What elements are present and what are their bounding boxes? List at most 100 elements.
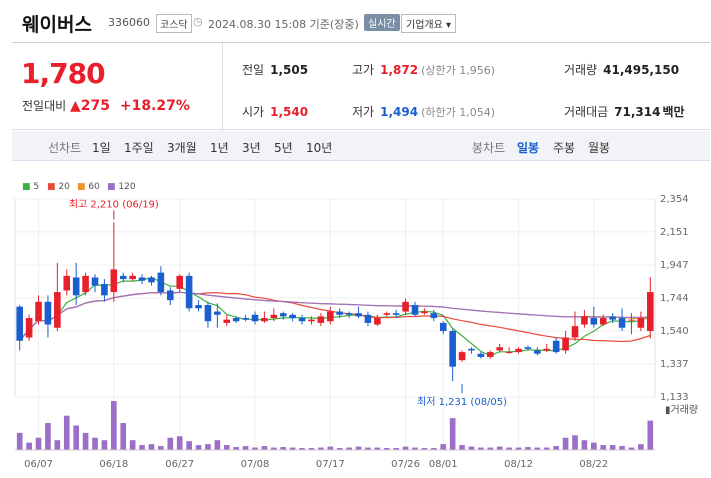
period-toolbar: 선차트 1일 1주일 3개월 1년 3년 5년 10년 봉차트 일봉 주봉 월봉 [12, 131, 710, 161]
candle-body [35, 301, 42, 322]
period-1d[interactable]: 1일 [92, 139, 111, 156]
candle-body [534, 350, 541, 354]
up-triangle-icon: ▲ [70, 98, 81, 114]
period-5y[interactable]: 5년 [274, 139, 293, 156]
volume-bar [609, 445, 616, 450]
volume-bar [591, 442, 597, 450]
volume-bar [647, 420, 654, 450]
change-percent: +18.27% [119, 98, 190, 114]
candle-body [251, 314, 259, 322]
volume-bar [449, 418, 456, 450]
candle-body [505, 352, 513, 354]
candle-body [25, 318, 33, 338]
candle-body [628, 319, 635, 321]
period-3m[interactable]: 3개월 [167, 139, 197, 156]
volume-bar [63, 415, 70, 450]
candle-body [279, 313, 287, 317]
candle-body [439, 322, 447, 331]
candle-body [72, 277, 80, 296]
candle-body [458, 352, 466, 361]
candle-body [402, 301, 409, 312]
candle-body [618, 318, 626, 328]
company-info-dropdown[interactable]: 기업개요 ▾ [401, 14, 456, 33]
amount-unit: 백만 [662, 105, 685, 119]
volume-bar [45, 423, 51, 450]
volume-bar [35, 437, 42, 450]
candle-body [562, 337, 569, 351]
period-1y[interactable]: 1년 [210, 139, 229, 156]
divider [222, 43, 223, 131]
volume-value: 41,495,150 [603, 63, 680, 77]
open-value: 1,540 [270, 105, 309, 119]
candle-body [515, 348, 522, 353]
candle-body [327, 311, 334, 322]
low-price: 저가 1,494 (하한가 1,054) [352, 103, 495, 120]
period-10y[interactable]: 10년 [306, 139, 332, 156]
candle-body [581, 316, 588, 325]
volume-bar [139, 445, 145, 450]
volume-bar [73, 425, 79, 450]
candle-body [308, 319, 315, 322]
candle-body [54, 292, 61, 328]
x-tick-label: 08/12 [504, 459, 533, 470]
candle-body [487, 352, 494, 357]
volume-bar [120, 423, 127, 450]
volume-label: ▮거래량 [665, 404, 698, 416]
candle-body [242, 318, 249, 320]
y-tick-label: 1,337 [660, 359, 689, 370]
volume-bar [242, 446, 249, 450]
volume-bar [459, 445, 465, 450]
candlestick-chart[interactable]: 2,354 2,151 1,947 1,744 1,540 1,337 1,133 06/07… [0, 175, 711, 478]
y-tick-label: 1,947 [660, 260, 689, 271]
candle-body [16, 306, 23, 341]
candle-body [345, 313, 353, 315]
volume: 거래량 41,495,150 [564, 61, 679, 78]
candle-body [91, 277, 99, 286]
open-label: 시가 [242, 105, 265, 119]
high-label: 고가 [352, 63, 375, 77]
realtime-button[interactable]: 실시간 [364, 14, 400, 31]
candle-body [590, 318, 598, 325]
period-1w[interactable]: 1주일 [124, 139, 154, 156]
candle-body [223, 319, 231, 323]
x-tick-label: 07/26 [391, 459, 420, 470]
period-monthly[interactable]: 월봉 [588, 139, 610, 156]
timestamp: 2024.08.30 15:08 기준(장중) [208, 18, 359, 31]
volume-bar [195, 445, 202, 450]
volume-bar [261, 446, 268, 450]
y-tick-label: 2,151 [660, 227, 689, 238]
quote-panel: 1,780 전일대비 ▲275 +18.27% 전일 1,505 시가 1,540 … [12, 42, 710, 131]
stock-header: 웨이버스 336060 코스닥 ◷ 2024.08.30 15:08 기준(장중… [0, 0, 711, 42]
candle-body [129, 275, 136, 280]
current-price: 1,780 [21, 57, 106, 90]
volume-bar [638, 444, 644, 450]
candle-chart-label: 봉차트 [472, 141, 506, 155]
volume-bar [129, 440, 136, 450]
candle-body [421, 311, 428, 314]
x-tick-label: 06/27 [165, 459, 194, 470]
trade-amount: 거래대금 71,314 백만 [564, 103, 685, 120]
volume-bar [158, 446, 164, 450]
volume-bar [327, 446, 334, 450]
candle-body [609, 316, 616, 320]
candle-body [496, 347, 503, 351]
period-daily[interactable]: 일봉 [517, 139, 539, 156]
candle-body [289, 314, 296, 319]
y-tick-label: 2,354 [660, 194, 689, 205]
candle-body [138, 277, 146, 281]
period-3y[interactable]: 3년 [242, 139, 261, 156]
candle-body [63, 275, 71, 291]
candle-body [392, 313, 400, 315]
volume-bar [92, 437, 98, 450]
candle-body [524, 347, 532, 349]
upper-limit: (상한가 1,956) [421, 64, 495, 77]
volume-bar [54, 440, 61, 450]
candle-body [571, 326, 579, 338]
period-weekly[interactable]: 주봉 [553, 139, 575, 156]
candle-body [261, 318, 268, 322]
volume-bar [16, 432, 23, 450]
candle-body [317, 316, 325, 323]
candle-body [82, 275, 89, 293]
candle-body [477, 353, 485, 357]
volume-bar [111, 401, 117, 450]
